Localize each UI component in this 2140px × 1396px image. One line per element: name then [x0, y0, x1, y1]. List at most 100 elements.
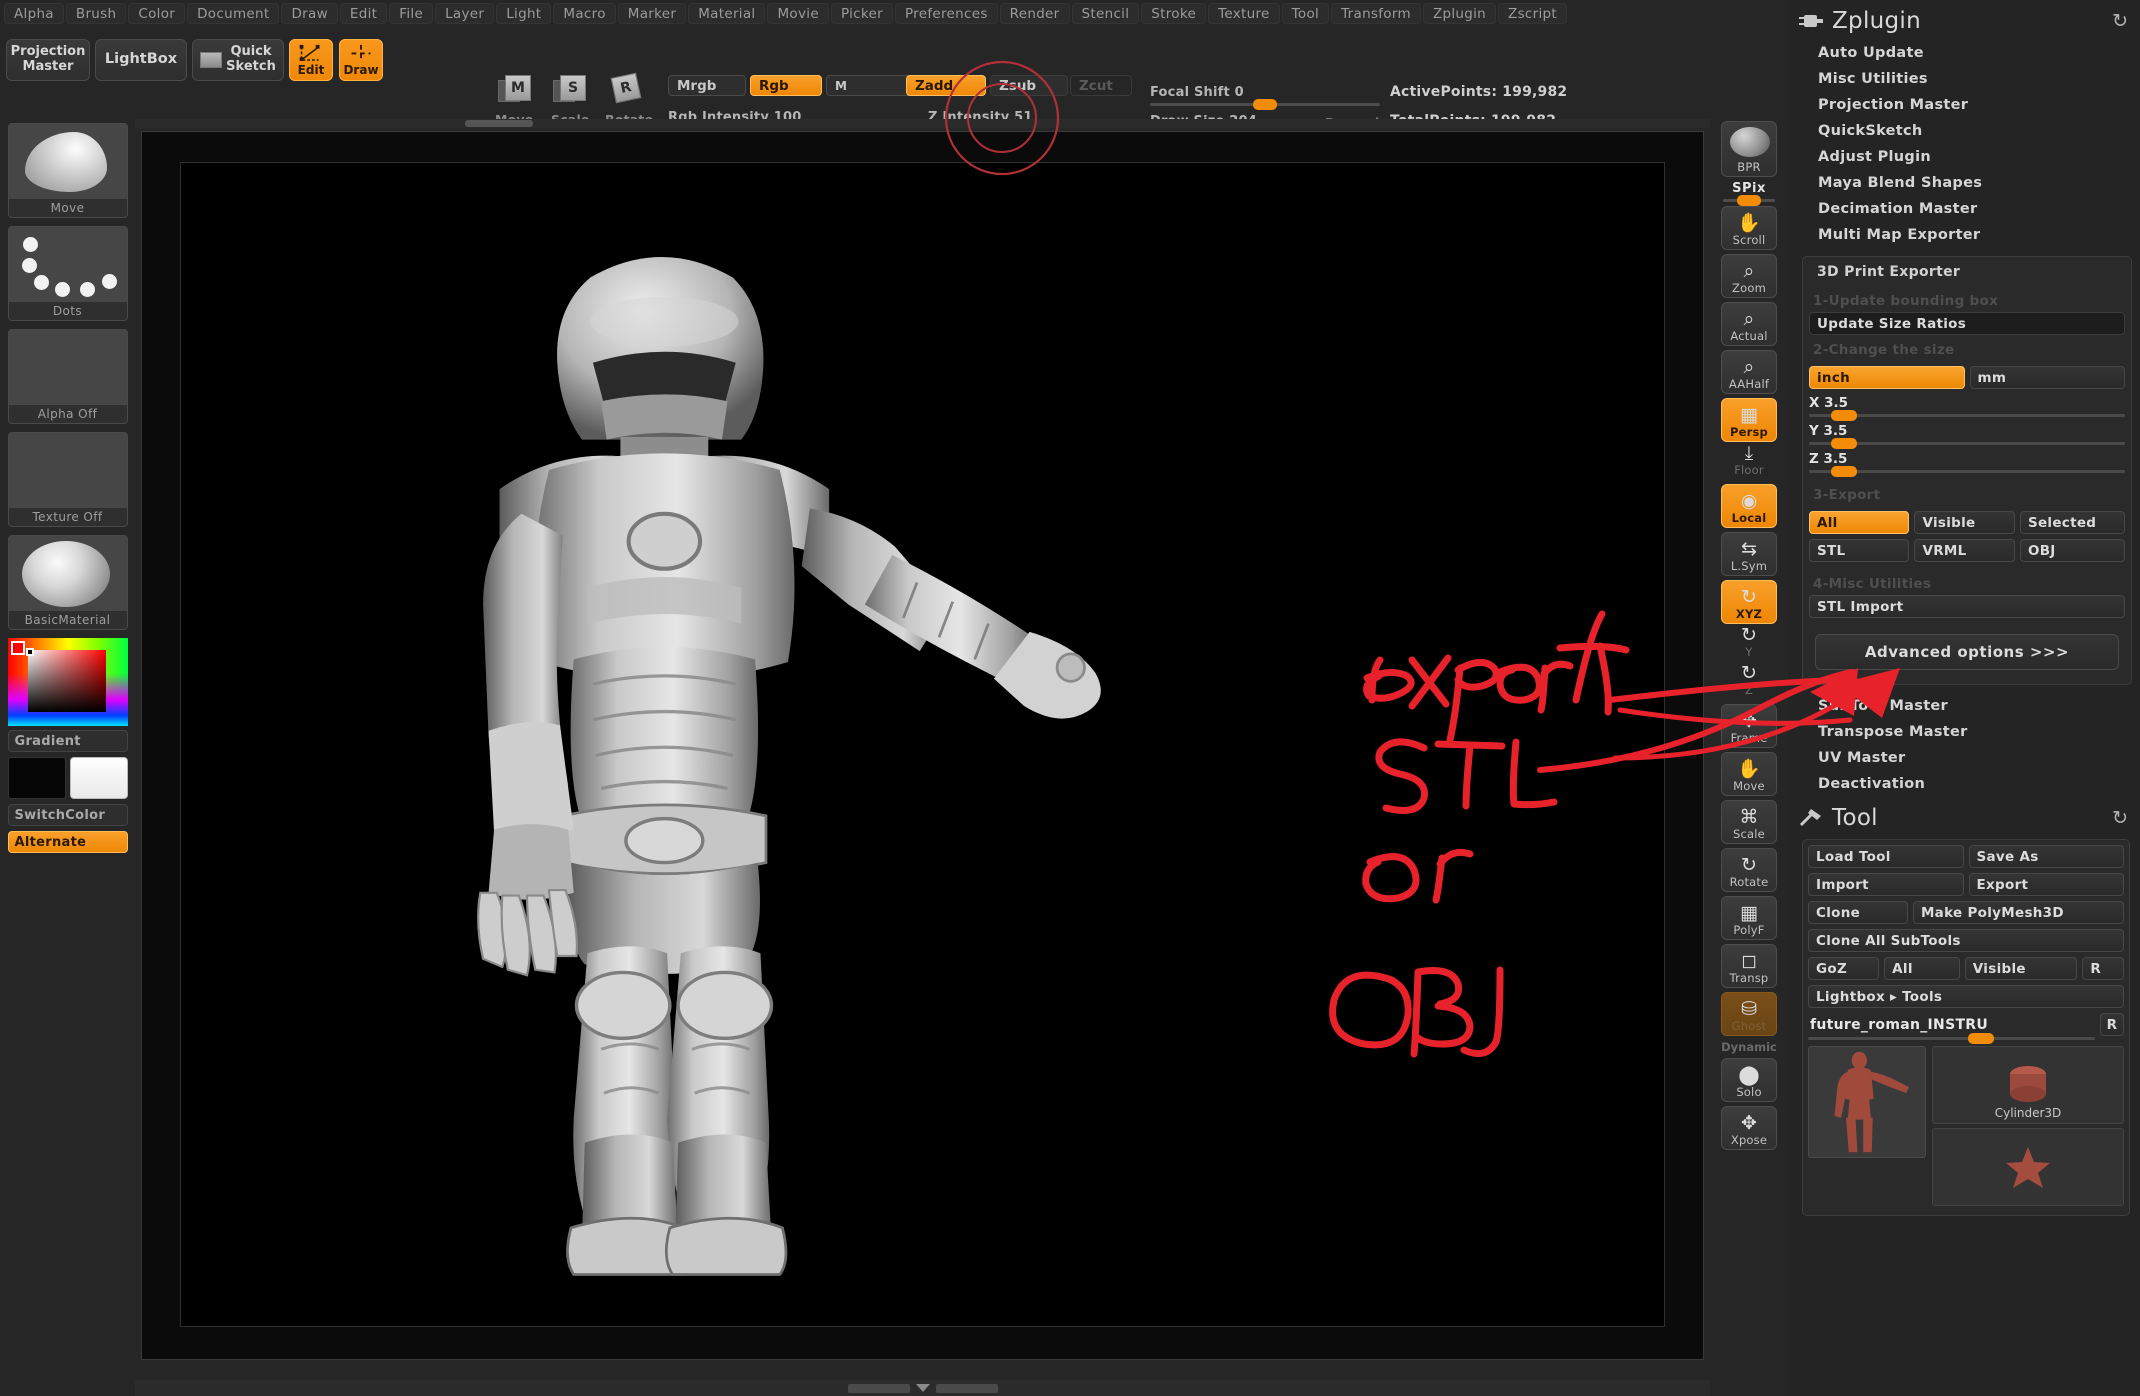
- menu-item-draw[interactable]: Draw: [281, 3, 338, 24]
- menu-item-picker[interactable]: Picker: [830, 3, 893, 24]
- rb-polyf-button[interactable]: ▦ PolyF: [1721, 896, 1777, 940]
- rb-frame-button[interactable]: ✥ Frame: [1721, 704, 1777, 748]
- document-canvas[interactable]: [141, 60, 1704, 1360]
- gradient-button[interactable]: Gradient: [7, 730, 128, 752]
- size-slider-x[interactable]: X 3.5: [1809, 395, 2125, 421]
- menu-item-render[interactable]: Render: [999, 3, 1070, 24]
- menu-item-light[interactable]: Light: [496, 3, 552, 24]
- rb-lsym-button[interactable]: ⇆ L.Sym: [1721, 532, 1777, 576]
- current-tool-r-button[interactable]: R: [2100, 1013, 2124, 1036]
- menu-item-marker[interactable]: Marker: [617, 3, 687, 24]
- update-size-ratios-button[interactable]: Update Size Ratios: [1809, 312, 2125, 335]
- export-stl-button[interactable]: STL: [1809, 539, 1910, 562]
- export-obj-button[interactable]: OBJ: [2019, 539, 2125, 562]
- rb-y-button[interactable]: ↻ Y: [1721, 626, 1777, 662]
- export-scope-all-button[interactable]: All: [1809, 511, 1910, 534]
- m-button[interactable]: M: [826, 75, 912, 96]
- spix-knob[interactable]: [1737, 195, 1761, 206]
- export-vrml-button[interactable]: VRML: [1914, 539, 2015, 562]
- zplugin-item-maya-blend-shapes[interactable]: Maya Blend Shapes: [1788, 170, 2140, 196]
- figure-thumbnail[interactable]: [1808, 1046, 1926, 1158]
- zplugin-item-subtool-master[interactable]: SubTool Master: [1788, 693, 2140, 719]
- menu-item-stroke[interactable]: Stroke: [1141, 3, 1207, 24]
- cylinder3d-tool[interactable]: Cylinder3D: [1932, 1046, 2124, 1124]
- rb-persp-button[interactable]: ▦ Persp: [1721, 398, 1777, 442]
- rb-solo-button[interactable]: ⬤ Solo: [1721, 1058, 1777, 1102]
- make-polymesh3d-button[interactable]: Make PolyMesh3D: [1912, 901, 2124, 924]
- draw-button[interactable]: Draw: [339, 39, 383, 81]
- edit-button[interactable]: Edit: [289, 39, 333, 81]
- hue-cursor-icon[interactable]: [10, 641, 25, 655]
- zsub-button[interactable]: Zsub: [990, 75, 1068, 96]
- 3d-viewport[interactable]: [180, 162, 1665, 1327]
- color-picker[interactable]: [7, 638, 128, 726]
- zplugin-item-projection-master[interactable]: Projection Master: [1788, 92, 2140, 118]
- zplugin-item-decimation-master[interactable]: Decimation Master: [1788, 196, 2140, 222]
- rb-ghost-button[interactable]: ⛁ Ghost: [1721, 992, 1777, 1036]
- rb-aahalf-button[interactable]: ⌕ AAHalf: [1721, 350, 1777, 394]
- menu-item-material[interactable]: Material: [688, 3, 766, 24]
- size-y-track[interactable]: [1809, 438, 2125, 449]
- zadd-button[interactable]: Zadd: [906, 75, 986, 96]
- menu-item-alpha[interactable]: Alpha: [4, 3, 64, 24]
- zplugin-reset-icon[interactable]: ↻: [2112, 10, 2128, 32]
- mrgb-button[interactable]: Mrgb: [668, 75, 746, 96]
- tool-reset-icon[interactable]: ↻: [2112, 807, 2128, 829]
- clone-button[interactable]: Clone: [1808, 901, 1908, 924]
- rb-z-button[interactable]: ↻ Z: [1721, 664, 1777, 700]
- rgb-button[interactable]: Rgb: [750, 75, 822, 96]
- menu-item-document[interactable]: Document: [187, 3, 280, 24]
- save-as-button[interactable]: Save As: [1968, 845, 2124, 868]
- move-transform-icon[interactable]: M: [505, 75, 531, 101]
- lightbox-button[interactable]: LightBox: [95, 39, 187, 81]
- zplugin-item-deactivation[interactable]: Deactivation: [1788, 771, 2140, 797]
- menu-item-zscript[interactable]: Zscript: [1498, 3, 1568, 24]
- menu-item-color[interactable]: Color: [128, 3, 186, 24]
- sv-cursor-icon[interactable]: [25, 648, 34, 656]
- menu-item-brush[interactable]: Brush: [65, 3, 127, 24]
- menu-item-edit[interactable]: Edit: [339, 3, 388, 24]
- menu-item-movie[interactable]: Movie: [767, 3, 829, 24]
- projection-master-button[interactable]: Projection Master: [6, 39, 90, 81]
- switch-color-button[interactable]: SwitchColor: [7, 804, 128, 826]
- zplugin-item-transpose-master[interactable]: Transpose Master: [1788, 719, 2140, 745]
- menu-item-transform[interactable]: Transform: [1331, 3, 1421, 24]
- zplugin-item-adjust-plugin[interactable]: Adjust Plugin: [1788, 144, 2140, 170]
- scroll-down-icon[interactable]: [915, 1384, 930, 1392]
- import-button[interactable]: Import: [1808, 873, 1964, 896]
- goz-button[interactable]: GoZ: [1808, 957, 1880, 980]
- zplugin-item-auto-update[interactable]: Auto Update: [1788, 40, 2140, 66]
- alpha-swatch[interactable]: Alpha Off: [7, 329, 128, 424]
- bpr-button[interactable]: BPR: [1721, 121, 1777, 177]
- model-render[interactable]: [181, 163, 1664, 1326]
- clone-all-subtools-button[interactable]: Clone All SubTools: [1808, 929, 2124, 952]
- menu-item-macro[interactable]: Macro: [553, 3, 616, 24]
- rb-move-button[interactable]: ✋ Move: [1721, 752, 1777, 796]
- unit-mm-button[interactable]: mm: [1969, 366, 2125, 389]
- export-scope-visible-button[interactable]: Visible: [1914, 511, 2015, 534]
- load-tool-button[interactable]: Load Tool: [1808, 845, 1964, 868]
- size-x-track[interactable]: [1809, 410, 2125, 421]
- menu-item-preferences[interactable]: Preferences: [894, 3, 998, 24]
- alternate-button[interactable]: Alternate: [7, 831, 128, 853]
- size-slider-y[interactable]: Y 3.5: [1809, 423, 2125, 449]
- zcut-button[interactable]: Zcut: [1070, 75, 1132, 96]
- material-swatch[interactable]: BasicMaterial: [7, 535, 128, 630]
- size-y-knob[interactable]: [1831, 438, 1857, 449]
- document-scrollbar-bottom[interactable]: [135, 1380, 1710, 1396]
- lightbox-tools-button[interactable]: Lightbox ▸ Tools: [1808, 985, 2124, 1008]
- unit-inch-button[interactable]: inch: [1809, 366, 1965, 389]
- brush-swatch[interactable]: Move: [7, 123, 128, 218]
- menu-item-tool[interactable]: Tool: [1281, 3, 1330, 24]
- zplugin-item-multi-map-exporter[interactable]: Multi Map Exporter: [1788, 222, 2140, 248]
- rb-local-button[interactable]: ◉ Local: [1721, 484, 1777, 528]
- scale-transform-icon[interactable]: S: [560, 75, 586, 101]
- spix-slider[interactable]: SPix: [1710, 181, 1788, 206]
- menu-item-layer[interactable]: Layer: [435, 3, 495, 24]
- goz-visible-button[interactable]: Visible: [1964, 957, 2078, 980]
- current-tool-track[interactable]: [1808, 1033, 2095, 1044]
- goz-all-button[interactable]: All: [1884, 957, 1960, 980]
- quick-sketch-button[interactable]: Quick Sketch: [192, 39, 284, 81]
- size-x-knob[interactable]: [1831, 410, 1857, 421]
- main-color-swatch[interactable]: [7, 757, 66, 799]
